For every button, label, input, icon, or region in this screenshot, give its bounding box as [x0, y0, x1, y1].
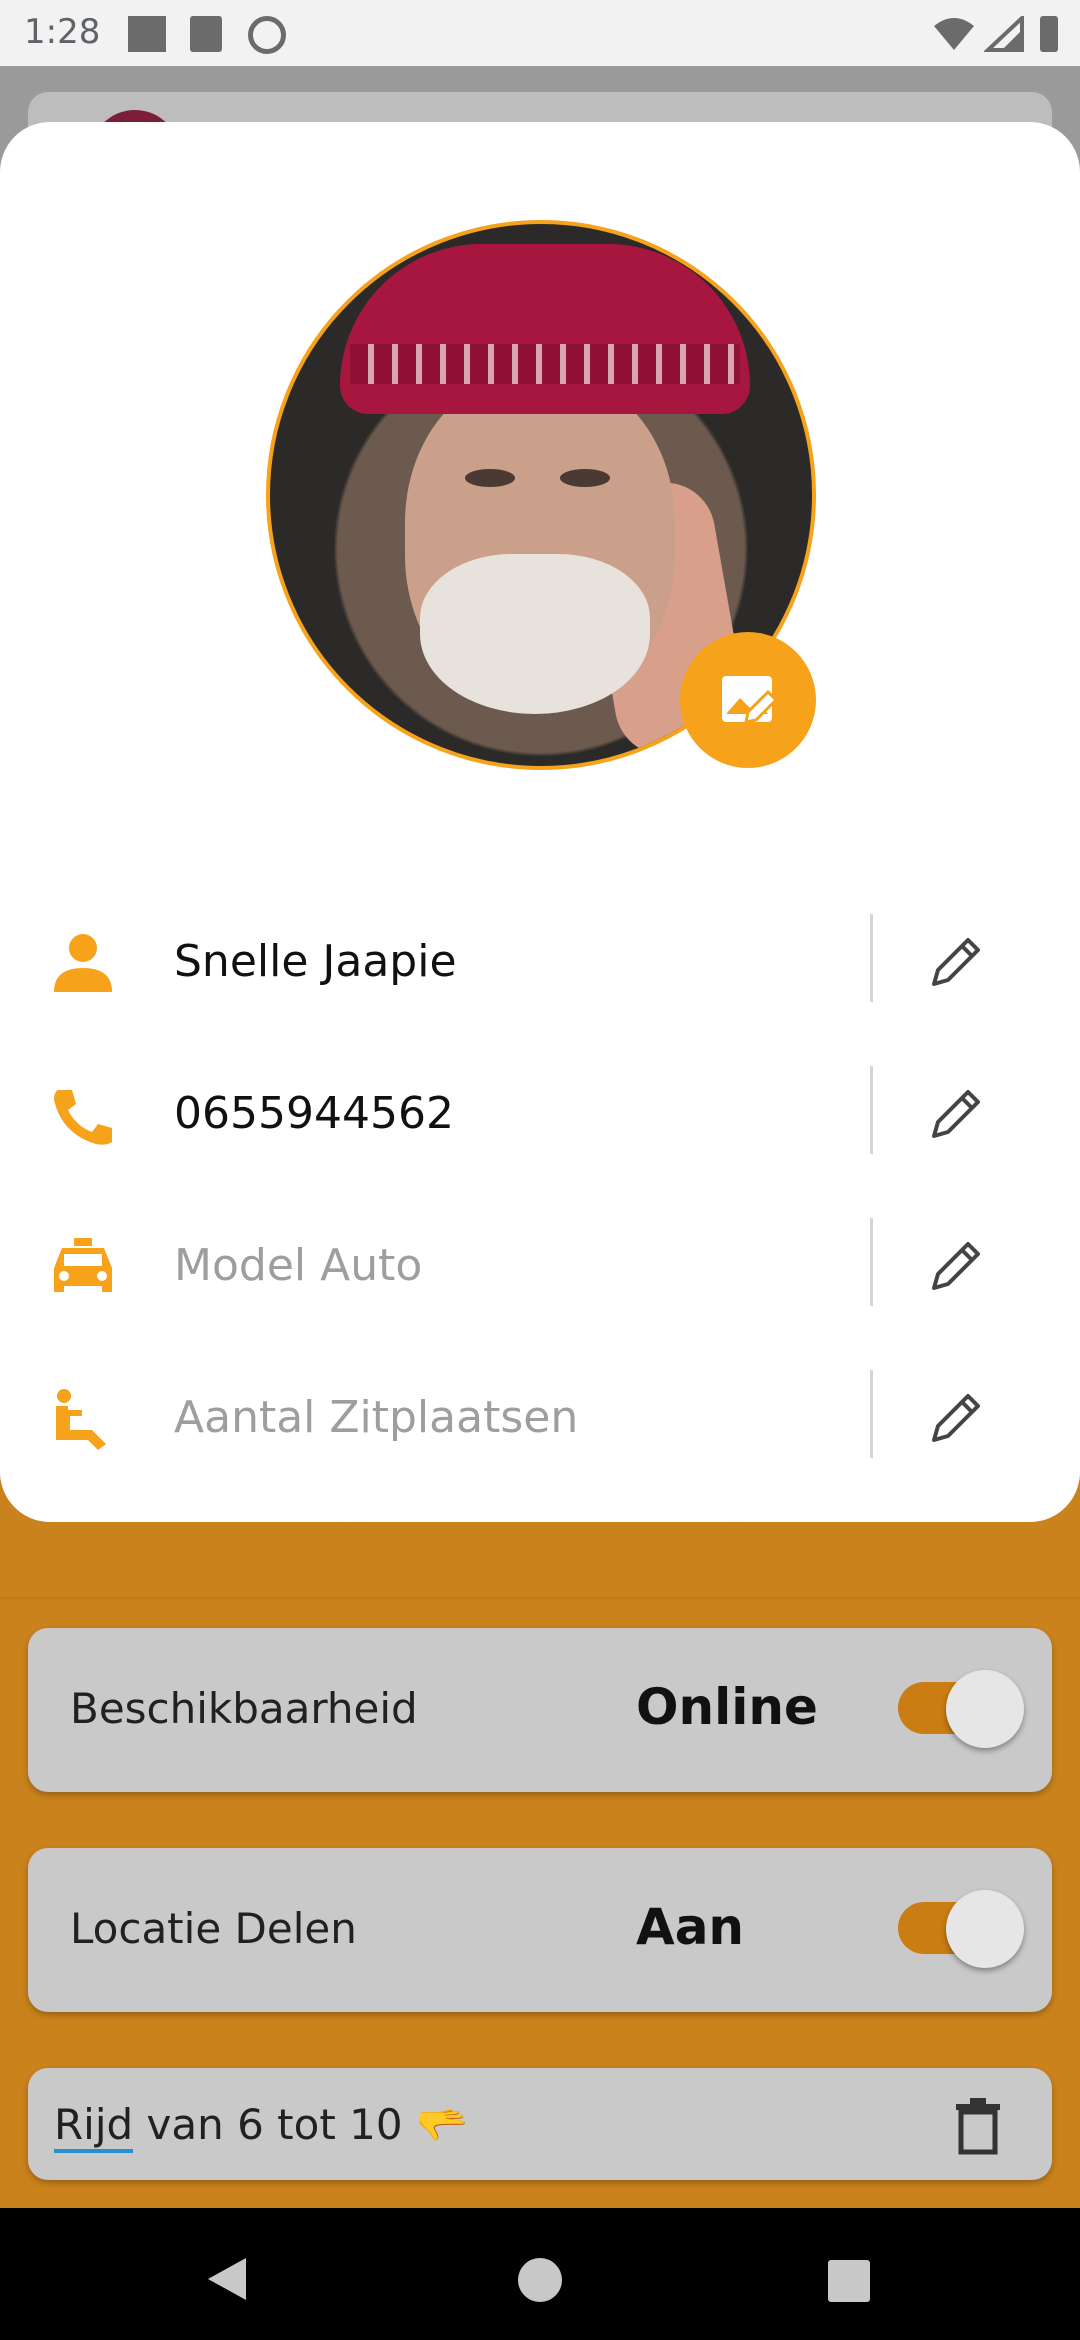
status-time: 1:28: [24, 12, 101, 52]
photo-detail: [465, 469, 515, 487]
divider: [870, 1066, 873, 1154]
seats-placeholder[interactable]: Aantal Zitplaatsen: [174, 1392, 578, 1443]
person-icon: [54, 934, 112, 992]
pencil-icon[interactable]: [926, 1236, 986, 1296]
photo-detail: [350, 344, 740, 384]
location-value: Aan: [636, 1898, 745, 1956]
status-bar: 1:28: [0, 0, 1080, 66]
note-word: Rijd: [54, 2100, 134, 2153]
trash-icon[interactable]: [950, 2096, 1006, 2156]
pencil-icon[interactable]: [926, 1084, 986, 1144]
wifi-icon: [934, 18, 974, 50]
availability-value: Online: [636, 1678, 818, 1736]
availability-toggle[interactable]: [898, 1670, 1024, 1748]
note-rest: van 6 tot 10: [133, 2100, 416, 2149]
name-row: Snelle Jaapie: [0, 910, 1080, 1010]
back-icon[interactable]: [206, 2256, 248, 2302]
photo-detail: [340, 244, 750, 414]
photo-detail: [560, 469, 610, 487]
availability-card: Beschikbaarheid Online: [28, 1628, 1052, 1792]
profile-sheet: Snelle Jaapie 0655944562 Model Auto Aant…: [0, 122, 1080, 1522]
phone-row: 0655944562: [0, 1062, 1080, 1162]
pencil-icon[interactable]: [926, 1388, 986, 1448]
name-text: Snelle Jaapie: [174, 936, 457, 987]
availability-label: Beschikbaarheid: [70, 1684, 418, 1733]
phone-icon: [54, 1090, 112, 1145]
location-label: Locatie Delen: [70, 1904, 357, 1953]
location-toggle[interactable]: [898, 1890, 1024, 1968]
wheelchair-icon: [56, 1389, 106, 1450]
car-model-placeholder[interactable]: Model Auto: [174, 1240, 422, 1291]
toggle-thumb: [946, 1670, 1024, 1748]
car-model-row: Model Auto: [0, 1214, 1080, 1314]
divider: [870, 1218, 873, 1306]
home-icon[interactable]: [518, 2258, 562, 2302]
note-card[interactable]: Rijd van 6 tot 10 🫳: [28, 2068, 1052, 2180]
sd-card-icon: [190, 16, 222, 52]
signal-icon: [984, 16, 1024, 52]
navigation-bar: [0, 2208, 1080, 2340]
notification-square-icon: [128, 16, 166, 52]
photo-detail: [420, 554, 650, 714]
seats-row: Aantal Zitplaatsen: [0, 1366, 1080, 1466]
edit-photo-button[interactable]: [680, 632, 816, 768]
sync-off-icon: [248, 16, 286, 54]
divider: [870, 1370, 873, 1458]
divider: [0, 1597, 1080, 1599]
phone-text: 0655944562: [174, 1088, 454, 1139]
divider: [870, 914, 873, 1002]
taxi-icon: [54, 1238, 112, 1292]
location-card: Locatie Delen Aan: [28, 1848, 1052, 2012]
app-screen: 1:28 Beschikbaarheid Online Locatie Dele…: [0, 0, 1080, 2340]
note-text: Rijd van 6 tot 10 🫳: [54, 2100, 469, 2153]
battery-icon: [1040, 16, 1058, 52]
image-edit-icon: [722, 676, 778, 724]
note-emoji: 🫳: [415, 2100, 469, 2149]
recents-icon[interactable]: [828, 2260, 870, 2302]
toggle-thumb: [946, 1890, 1024, 1968]
pencil-icon[interactable]: [926, 932, 986, 992]
